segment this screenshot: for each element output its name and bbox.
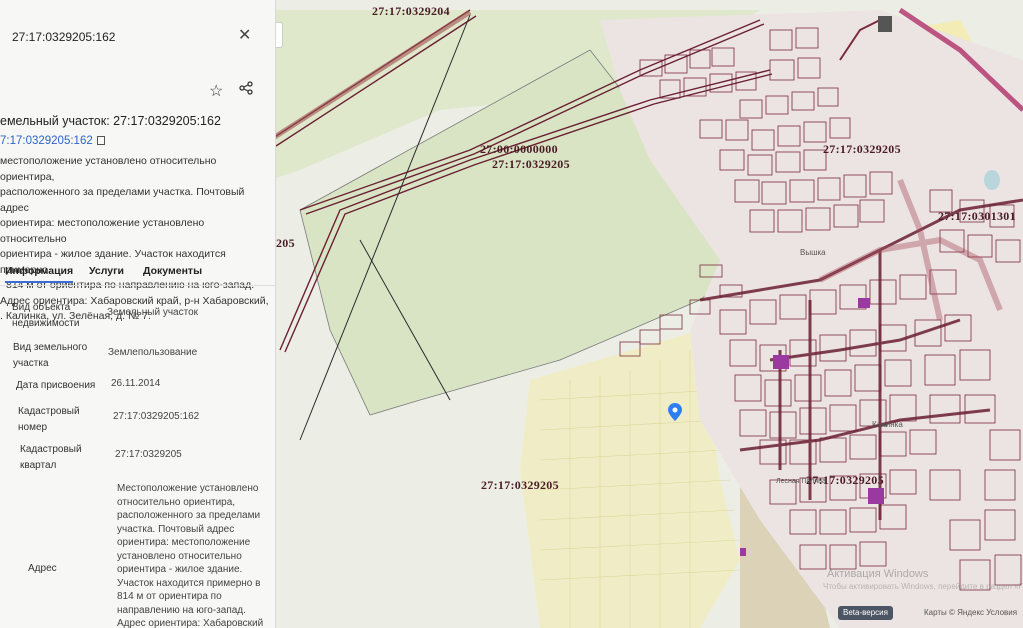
map-pin-icon[interactable] (668, 403, 682, 421)
tab-services[interactable]: Услуги (89, 265, 124, 277)
tab-bar: Информация Услуги Документы (0, 262, 275, 286)
row-value: Землепользование (108, 347, 198, 358)
beta-badge[interactable]: Beta-версия (838, 606, 893, 620)
tab-documents[interactable]: Документы (143, 265, 202, 277)
row-value: 26.11.2014 (111, 378, 161, 389)
object-title: емельный участок: 27:17:0329205:162 (0, 114, 221, 128)
close-icon[interactable]: ✕ (238, 28, 251, 44)
row-value: Местоположение установлено относительно … (117, 483, 264, 628)
object-link[interactable]: 7:17:0329205:162 (0, 135, 105, 147)
place-label: Лесная Поляна (776, 478, 826, 485)
star-icon[interactable]: ☆ (209, 81, 223, 101)
cadastral-label: 27:17:0329204 (372, 4, 450, 18)
map-copyright[interactable]: Карты © Яндекс Условия (924, 606, 1017, 620)
row-label: Кадастровый номер (18, 406, 80, 433)
cadastral-label: 27:17:0329205 (492, 157, 570, 171)
row-label: Вид земельного участка (13, 342, 88, 369)
row-value: 27:17:0329205 (115, 449, 182, 460)
row-label: Дата присвоения (16, 380, 96, 391)
row-label: Кадастровый квартал (20, 444, 82, 471)
row-value: 27:17:0329205:162 (113, 411, 200, 422)
row-label: Адрес (28, 563, 57, 574)
cadastral-label: 27:17:0301301 (938, 209, 1016, 223)
description-line: местоположение установлено относительно … (0, 155, 217, 183)
row-value: Земельный участок (107, 307, 199, 318)
cadastral-label: 27:17:0329205 (481, 478, 559, 492)
search-title: 27:17:0329205:162 (12, 30, 116, 44)
watermark-title: Активация Windows (827, 568, 929, 580)
share-icon[interactable] (239, 81, 253, 100)
object-link-text[interactable]: 7:17:0329205:162 (0, 135, 93, 147)
watermark-text: Чтобы активировать Windows, перейдите в … (823, 582, 1023, 591)
description-line: расположенного за пределами участка. Поч… (0, 186, 245, 214)
tab-divider (0, 285, 275, 286)
tab-info[interactable]: Информация (5, 265, 74, 283)
place-label: Вышка (800, 248, 826, 257)
place-label: Калинка (872, 420, 903, 429)
cadastral-label: 27:00:0000000 (480, 142, 558, 156)
copy-icon[interactable] (96, 136, 105, 145)
cadastral-label: 205 (276, 236, 295, 250)
sidebar-panel: 27:17:0329205:162 ✕ ☆ емельный участок: … (0, 0, 276, 628)
sidebar-header: 27:17:0329205:162 ✕ (0, 0, 275, 72)
row-label: Вид объекта недвижимости (12, 302, 80, 329)
cadastral-label: 27:17:0329205 (823, 142, 901, 156)
description-line: ориентира: местоположение установлено от… (0, 217, 205, 245)
object-description: местоположение установлено относительно … (0, 154, 270, 325)
